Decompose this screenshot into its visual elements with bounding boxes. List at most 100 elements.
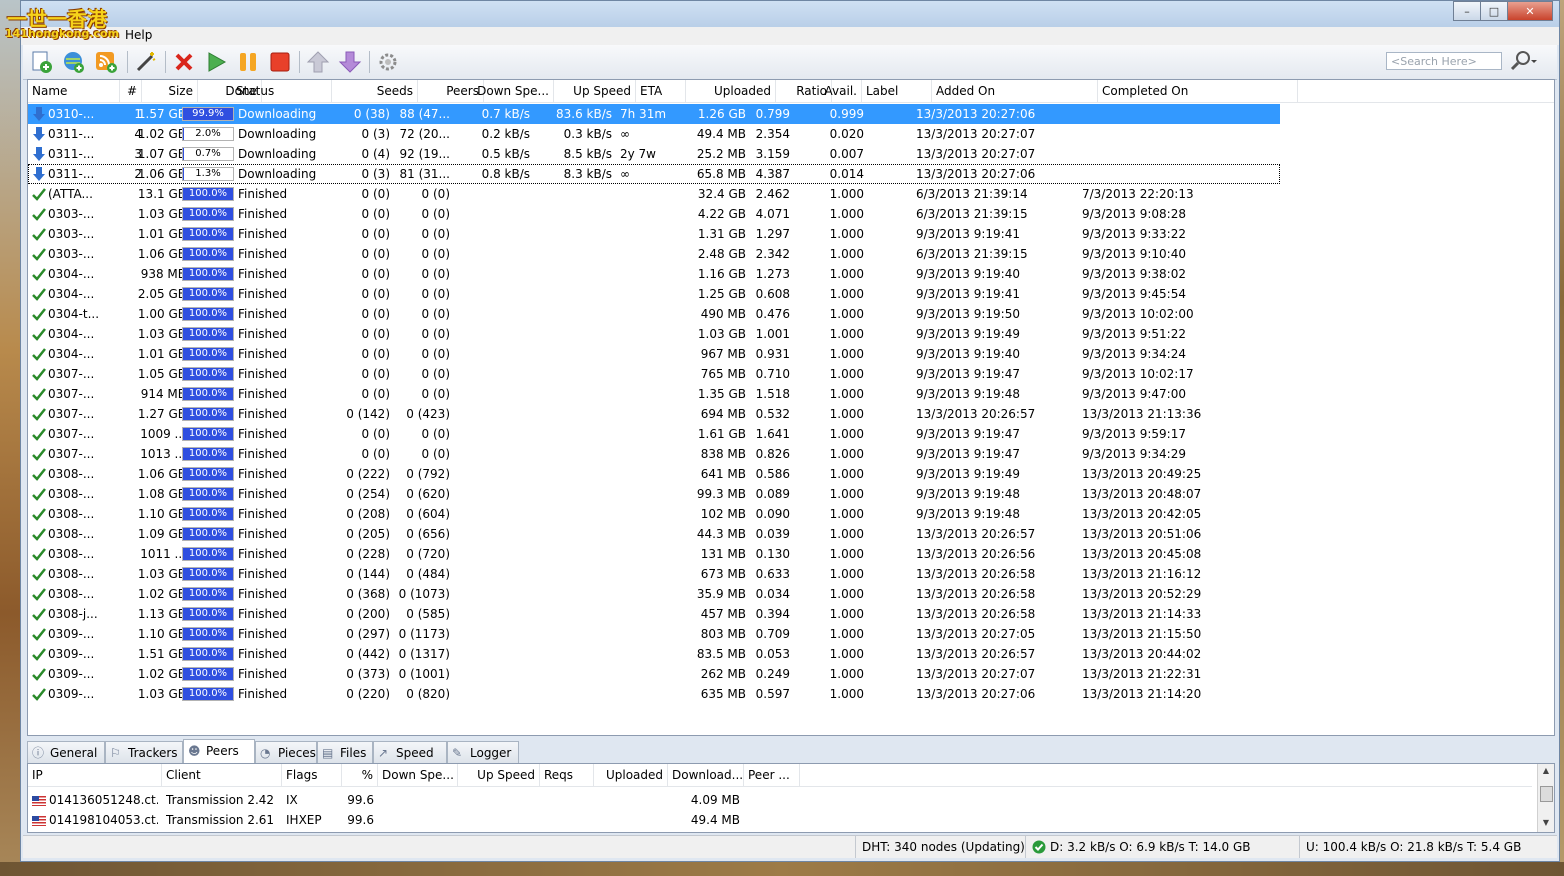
cell-added: 9/3/2013 9:19:47: [916, 367, 1020, 381]
progress-text: 100.0%: [188, 568, 228, 579]
torrent-row[interactable]: 0304-... 1.03 GB Finished 0 (0) 0 (0) 1.03 GB…: [28, 324, 1280, 344]
torrent-row[interactable]: 0307-... 914 MB Finished 0 (0) 0 (0) 1.35 GB 1…: [28, 384, 1280, 404]
torrent-row[interactable]: 0308-... 1.10 GB Finished 0 (208) 0 (604) 102…: [28, 504, 1280, 524]
torrent-row[interactable]: 0308-... 1.06 GB Finished 0 (222) 0 (792) 641…: [28, 464, 1280, 484]
column-header-added[interactable]: Added On: [932, 80, 1098, 102]
column-header-avail[interactable]: Avail.: [816, 80, 862, 102]
add-rss-button[interactable]: [93, 49, 119, 75]
create-torrent-button[interactable]: [133, 49, 159, 75]
torrent-row[interactable]: 0304-... 1.01 GB Finished 0 (0) 0 (0) 967 MB 0…: [28, 344, 1280, 364]
upload-status[interactable]: U: 100.4 kB/s O: 21.8 kB/s T: 5.4 GB: [1299, 836, 1527, 858]
torrent-row[interactable]: 0309-... 1.51 GB Finished 0 (442) 0 (1317) 83…: [28, 644, 1280, 664]
peer-row[interactable]: 014198104053.ct... Transmission 2.61 IHXEP…: [28, 810, 1532, 830]
cell-added: 9/3/2013 9:19:40: [916, 347, 1020, 361]
tab-trackers[interactable]: ⚐ Trackers: [105, 741, 183, 763]
torrent-row[interactable]: 0308-... 1.02 GB Finished 0 (368) 0 (1073) 35…: [28, 584, 1280, 604]
close-window-button[interactable]: ✕: [1507, 1, 1553, 21]
column-header-num[interactable]: #: [120, 80, 142, 102]
torrent-row[interactable]: 0309-... 1.03 GB Finished 0 (220) 0 (820) 635…: [28, 684, 1280, 704]
add-torrent-button[interactable]: [29, 49, 55, 75]
column-header-completed[interactable]: Completed On: [1098, 80, 1298, 102]
maximize-button[interactable]: □: [1480, 1, 1508, 21]
peer-column-header[interactable]: Reqs: [540, 764, 594, 786]
torrent-row[interactable]: 0311-... 2 1.06 GB Downloading 0 (3) 81 (31..…: [28, 164, 1280, 184]
move-up-button[interactable]: [305, 49, 331, 75]
peer-row[interactable]: 014136051248.ct... Transmission 2.42 IX 99.…: [28, 790, 1532, 810]
torrent-row[interactable]: 0308-j... 1.13 GB Finished 0 (200) 0 (585) 45…: [28, 604, 1280, 624]
cell-completed: 9/3/2013 9:08:28: [1082, 207, 1186, 221]
peer-column-header[interactable]: Uploaded: [594, 764, 668, 786]
title-bar[interactable]: – □ ✕: [21, 1, 1559, 27]
column-header-eta[interactable]: ETA: [636, 80, 686, 102]
download-status[interactable]: D: 3.2 kB/s O: 6.9 kB/s T: 14.0 GB: [1025, 836, 1257, 858]
scroll-down-icon[interactable]: ▼: [1538, 816, 1554, 830]
tab-files[interactable]: ▤ Files: [317, 741, 373, 763]
torrent-row[interactable]: 0303-... 1.01 GB Finished 0 (0) 0 (0) 1.31 GB…: [28, 224, 1280, 244]
torrent-row[interactable]: 0311-... 4 1.02 GB Downloading 0 (3) 72 (20..…: [28, 124, 1280, 144]
peer-column-header[interactable]: Down Spe...: [378, 764, 458, 786]
torrent-row[interactable]: 0308-... 1.08 GB Finished 0 (254) 0 (620) 99.…: [28, 484, 1280, 504]
torrent-row[interactable]: 0309-... 1.02 GB Finished 0 (373) 0 (1001) 26…: [28, 664, 1280, 684]
torrent-row[interactable]: 0309-... 1.10 GB Finished 0 (297) 0 (1173) 80…: [28, 624, 1280, 644]
peer-column-header[interactable]: Peer ...: [744, 764, 800, 786]
column-header-seeds[interactable]: Seeds: [332, 80, 418, 102]
cell-down: [452, 524, 530, 544]
torrent-row[interactable]: 0307-... 1013 ... Finished 0 (0) 0 (0) 838 MB…: [28, 444, 1280, 464]
column-header-up[interactable]: Up Speed: [554, 80, 636, 102]
torrent-row[interactable]: 0308-... 1.09 GB Finished 0 (205) 0 (656) 44.…: [28, 524, 1280, 544]
cell-ratio: 0.586: [755, 467, 790, 481]
cell-down: [452, 444, 530, 464]
torrent-row[interactable]: 0303-... 1.03 GB Finished 0 (0) 0 (0) 4.22 GB…: [28, 204, 1280, 224]
tab-pieces[interactable]: ◔ Pieces: [255, 741, 317, 763]
torrent-row[interactable]: 0304-... 2.05 GB Finished 0 (0) 0 (0) 1.25 GB…: [28, 284, 1280, 304]
peer-column-header[interactable]: Up Speed: [458, 764, 540, 786]
cell-completed: [1082, 144, 1282, 164]
column-header-down[interactable]: Down Spe...: [454, 80, 554, 102]
tab-logger[interactable]: ✎ Logger: [447, 741, 519, 763]
column-header-name[interactable]: Name: [28, 80, 120, 102]
peer-column-header[interactable]: IP: [28, 764, 162, 786]
torrent-row[interactable]: 0308-... 1011 ... Finished 0 (228) 0 (720) 13…: [28, 544, 1280, 564]
peers-scrollbar[interactable]: ▲ ▼: [1537, 764, 1554, 832]
peer-column-header[interactable]: Flags: [282, 764, 342, 786]
tab-general[interactable]: ⓘ General: [27, 741, 105, 763]
torrent-row[interactable]: (ATTA... 13.1 GB Finished 0 (0) 0 (0) 32.4 GB…: [28, 184, 1280, 204]
torrent-row[interactable]: 0307-... 1009 ... Finished 0 (0) 0 (0) 1.61 G…: [28, 424, 1280, 444]
peer-column-header[interactable]: Download...: [668, 764, 744, 786]
cell-uploaded: 2.48 GB: [697, 247, 746, 261]
torrent-row[interactable]: 0304-t... 1.00 GB Finished 0 (0) 0 (0) 490 MB…: [28, 304, 1280, 324]
check-icon: [32, 666, 46, 682]
minimize-button[interactable]: –: [1453, 1, 1481, 21]
stop-button[interactable]: [267, 49, 293, 75]
column-header-size[interactable]: Size: [142, 80, 198, 102]
cell-peers: 0 (0): [421, 427, 450, 441]
preferences-button[interactable]: [375, 49, 401, 75]
progress-bar: 100.0%: [182, 347, 234, 361]
scroll-up-icon[interactable]: ▲: [1538, 764, 1554, 778]
pause-button[interactable]: [235, 49, 261, 75]
column-header-uploaded[interactable]: Uploaded: [686, 80, 776, 102]
search-button[interactable]: [1509, 50, 1539, 72]
torrent-row[interactable]: 0310-... 1 1.57 GB Downloading 0 (38) 88 (47.…: [28, 104, 1280, 124]
torrent-row[interactable]: 0308-... 1.03 GB Finished 0 (144) 0 (484) 673…: [28, 564, 1280, 584]
add-url-button[interactable]: [61, 49, 87, 75]
stop-icon: [270, 52, 290, 72]
torrent-row[interactable]: 0307-... 1.05 GB Finished 0 (0) 0 (0) 765 MB 0…: [28, 364, 1280, 384]
torrent-row[interactable]: 0303-... 1.06 GB Finished 0 (0) 0 (0) 2.48 GB…: [28, 244, 1280, 264]
torrent-row[interactable]: 0307-... 1.27 GB Finished 0 (142) 0 (423) 694…: [28, 404, 1280, 424]
tab-peers[interactable]: ☻ Peers: [183, 739, 255, 763]
torrent-row[interactable]: 0304-... 938 MB Finished 0 (0) 0 (0) 1.16 GB 1…: [28, 264, 1280, 284]
tab-speed[interactable]: ↗ Speed: [373, 741, 447, 763]
dht-status[interactable]: DHT: 340 nodes (Updating): [855, 836, 1031, 858]
scroll-thumb[interactable]: [1540, 786, 1553, 802]
torrent-row[interactable]: 0311-... 3 1.07 GB Downloading 0 (4) 92 (19..…: [28, 144, 1280, 164]
column-header-status[interactable]: Status: [232, 80, 332, 102]
start-button[interactable]: [203, 49, 229, 75]
peer-column-header[interactable]: %: [342, 764, 378, 786]
search-input[interactable]: <Search Here>: [1386, 52, 1502, 70]
column-header-label[interactable]: Label: [862, 80, 932, 102]
remove-button[interactable]: [171, 49, 197, 75]
torrent-list[interactable]: Name # Size Done Status Seeds Peers Down Spe...…: [27, 79, 1555, 736]
move-down-button[interactable]: [337, 49, 363, 75]
peer-column-header[interactable]: Client: [162, 764, 282, 786]
